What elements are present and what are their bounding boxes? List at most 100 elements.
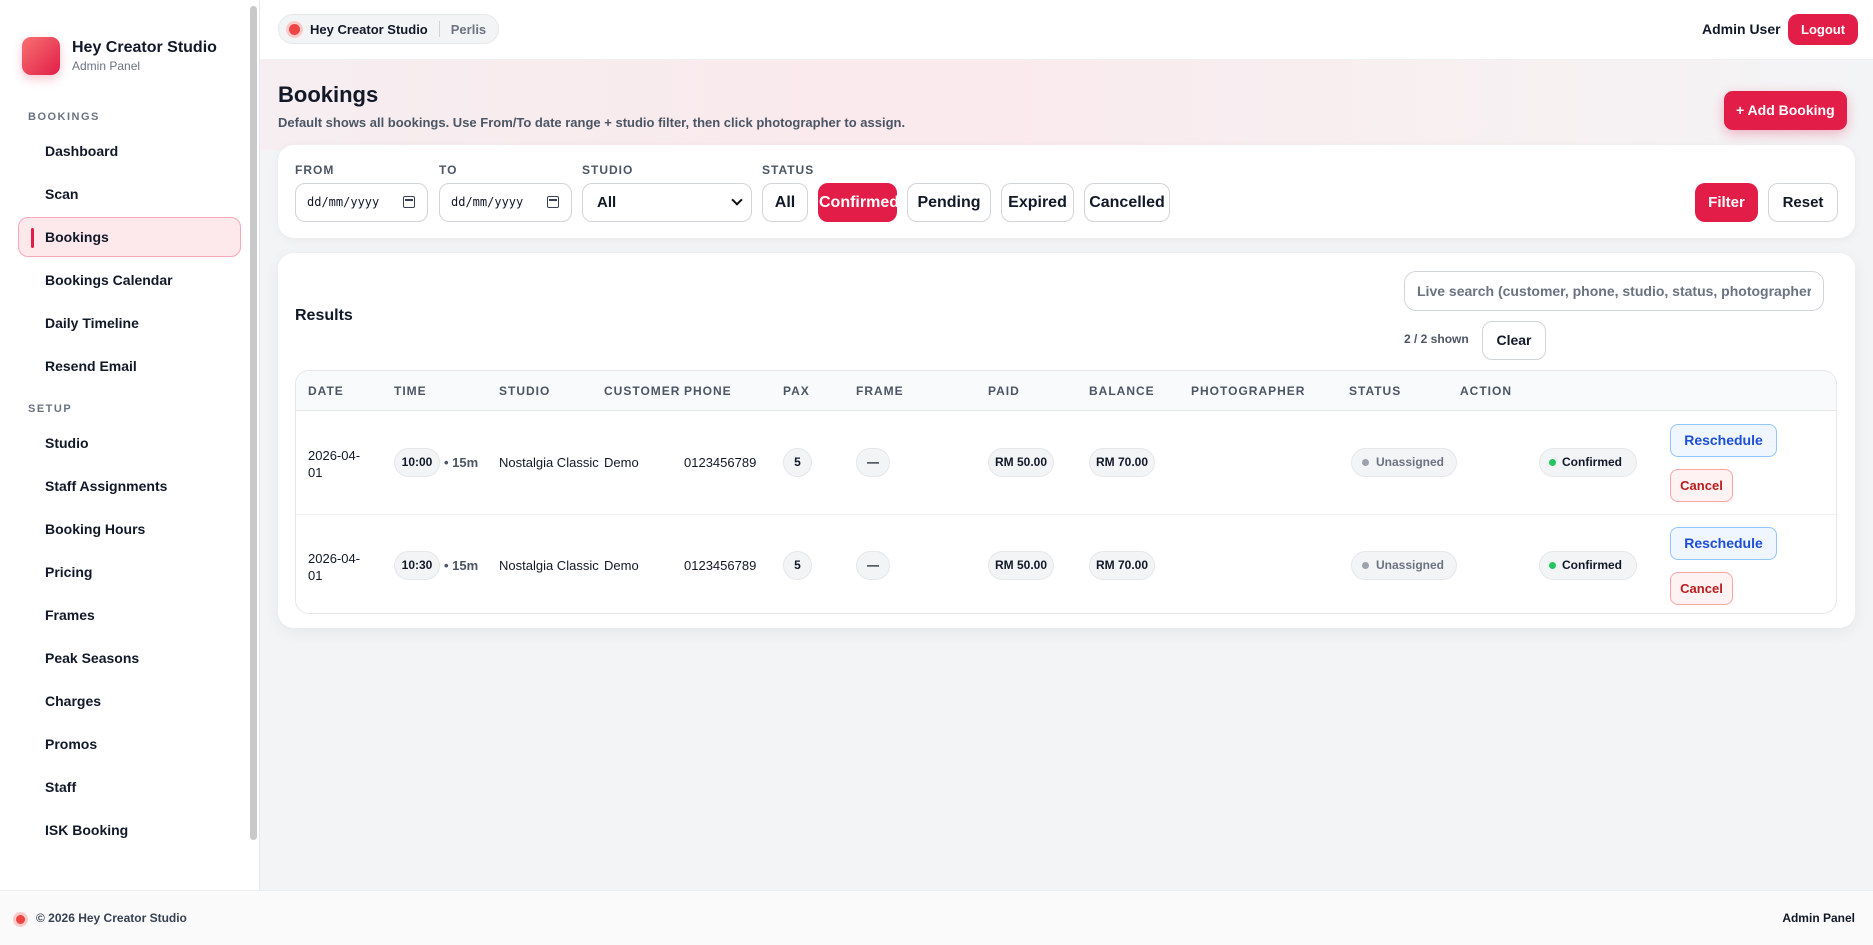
live-search-input[interactable]	[1404, 271, 1824, 311]
balance-badge: RM 70.00	[1089, 448, 1155, 477]
brand: Hey Creator Studio Admin Panel	[0, 0, 259, 88]
phone-cell: 0123456789	[684, 558, 757, 573]
time-badge: 10:30	[394, 551, 440, 580]
studio-label: STUDIO	[582, 163, 634, 177]
sidebar-item-staff-assignments[interactable]: Staff Assignments	[18, 466, 241, 506]
to-date-input[interactable]: dd/mm/yyyy	[439, 183, 572, 222]
sidebar-item-dashboard[interactable]: Dashboard	[18, 131, 241, 171]
column-header-frame: FRAME	[856, 384, 904, 398]
bookings-table: DATE TIME STUDIO CUSTOMER PHONE PAX FRAME PAID B…	[295, 370, 1837, 614]
logout-button[interactable]: Logout	[1788, 14, 1859, 45]
to-label: TO	[439, 163, 458, 177]
status-badge: Confirmed	[1539, 551, 1637, 580]
cancel-booking-button[interactable]: Cancel	[1670, 469, 1733, 502]
status-badge: Confirmed	[1539, 448, 1637, 477]
studio-cell: Nostalgia Classic	[499, 455, 599, 470]
sidebar-item-pricing[interactable]: Pricing	[18, 552, 241, 592]
column-header-action: ACTION	[1460, 384, 1512, 398]
header-band	[260, 60, 1873, 150]
studio-select-value: All	[597, 194, 617, 211]
page-subtitle: Default shows all bookings. Use From/To …	[278, 115, 906, 130]
cancel-booking-button[interactable]: Cancel	[1670, 572, 1733, 605]
add-booking-button[interactable]: + Add Booking	[1724, 91, 1847, 130]
sidebar-item-promos[interactable]: Promos	[18, 724, 241, 764]
status-chip-all[interactable]: All	[762, 183, 808, 222]
calendar-icon[interactable]	[403, 196, 415, 208]
status-chip-pending[interactable]: Pending	[907, 183, 991, 222]
booking-date: 2026-04-01	[308, 551, 361, 583]
status-chip-cancelled[interactable]: Cancelled	[1084, 183, 1170, 222]
paid-badge: RM 50.00	[988, 448, 1054, 477]
time-badge: 10:00	[394, 448, 440, 477]
results-card: Results 2 / 2 shown Clear DATE TIME STUDIO…	[278, 253, 1855, 628]
duration-label: • 15m	[444, 455, 479, 470]
reschedule-button[interactable]: Reschedule	[1670, 527, 1777, 560]
sidebar-nav: BOOKINGS Dashboard Scan Bookings Bookings Ca…	[0, 88, 259, 850]
studio-select[interactable]: All	[582, 183, 752, 222]
filter-card: FROM dd/mm/yyyy TO dd/mm/yyyy STUDIO All…	[278, 145, 1855, 238]
column-header-phone: PHONE	[684, 384, 732, 398]
table-row: 2026-04-01 10:00 • 15m Nostalgia Classic Dem…	[296, 412, 1836, 513]
status-chip-expired[interactable]: Expired	[1001, 183, 1074, 222]
studio-location-pill[interactable]: Hey Creator Studio Perlis	[278, 14, 500, 44]
booking-date: 2026-04-01	[308, 448, 361, 480]
photographer-badge[interactable]: Unassigned	[1351, 551, 1457, 580]
table-header: DATE TIME STUDIO CUSTOMER PHONE PAX FRAME PAID B…	[296, 371, 1836, 411]
from-label: FROM	[295, 163, 335, 177]
status-label: STATUS	[762, 163, 815, 177]
balance-badge: RM 70.00	[1089, 551, 1155, 580]
sidebar-item-peak-seasons[interactable]: Peak Seasons	[18, 638, 241, 678]
footer-dot-icon	[16, 915, 25, 924]
sidebar-item-scan[interactable]: Scan	[18, 174, 241, 214]
page-title: Bookings	[278, 82, 379, 107]
brand-logo-icon	[22, 37, 60, 75]
sidebar-item-frames[interactable]: Frames	[18, 595, 241, 635]
column-header-customer: CUSTOMER	[604, 384, 681, 398]
nav-section-bookings: BOOKINGS	[28, 111, 100, 123]
sidebar-item-staff[interactable]: Staff	[18, 767, 241, 807]
duration-label: • 15m	[444, 558, 479, 573]
footer-admin-panel: Admin Panel	[1782, 911, 1855, 925]
column-header-date: DATE	[308, 384, 344, 398]
frame-badge: —	[856, 551, 890, 580]
from-date-value: dd/mm/yyyy	[307, 195, 380, 209]
sidebar-scrollbar[interactable]	[250, 6, 257, 840]
results-title: Results	[295, 307, 353, 324]
chevron-down-icon	[731, 194, 743, 206]
column-header-balance: BALANCE	[1089, 384, 1155, 398]
sidebar-item-bookings[interactable]: Bookings	[18, 217, 241, 257]
table-row: 2026-04-01 10:30 • 15m Nostalgia Classic Dem…	[296, 514, 1836, 613]
reset-button[interactable]: Reset	[1768, 183, 1838, 222]
paid-badge: RM 50.00	[988, 551, 1054, 580]
from-date-input[interactable]: dd/mm/yyyy	[295, 183, 428, 222]
status-chip-confirmed[interactable]: Confirmed	[818, 183, 899, 222]
filter-button[interactable]: Filter	[1695, 183, 1758, 222]
admin-user-name: Admin User	[1702, 21, 1781, 37]
pax-badge: 5	[783, 551, 812, 580]
calendar-icon[interactable]	[547, 196, 559, 208]
sidebar: Hey Creator Studio Admin Panel BOOKINGS D…	[0, 0, 260, 890]
sidebar-item-charges[interactable]: Charges	[18, 681, 241, 721]
topbar-studio-name: Hey Creator Studio	[310, 21, 428, 37]
sidebar-item-booking-hours[interactable]: Booking Hours	[18, 509, 241, 549]
customer-cell: Demo	[604, 455, 639, 470]
footer: © 2026 Hey Creator Studio Admin Panel	[0, 890, 1873, 945]
pax-badge: 5	[783, 448, 812, 477]
clear-search-button[interactable]: Clear	[1482, 321, 1546, 360]
pill-divider	[438, 21, 440, 37]
sidebar-item-daily-timeline[interactable]: Daily Timeline	[18, 303, 241, 343]
brand-subtitle: Admin Panel	[72, 59, 141, 73]
nav-section-setup: SETUP	[28, 403, 73, 415]
sidebar-item-bookings-calendar[interactable]: Bookings Calendar	[18, 260, 241, 300]
sidebar-item-studio[interactable]: Studio	[18, 423, 241, 463]
sidebar-item-isk-booking[interactable]: ISK Booking	[18, 810, 241, 850]
frame-badge: —	[856, 448, 890, 477]
brand-title: Hey Creator Studio	[72, 39, 217, 56]
reschedule-button[interactable]: Reschedule	[1670, 424, 1777, 457]
to-date-value: dd/mm/yyyy	[451, 195, 524, 209]
column-header-status: STATUS	[1349, 384, 1402, 398]
sidebar-item-resend-email[interactable]: Resend Email	[18, 346, 241, 386]
photographer-badge[interactable]: Unassigned	[1351, 448, 1457, 477]
customer-cell: Demo	[604, 558, 639, 573]
column-header-photographer: PHOTOGRAPHER	[1191, 384, 1306, 398]
